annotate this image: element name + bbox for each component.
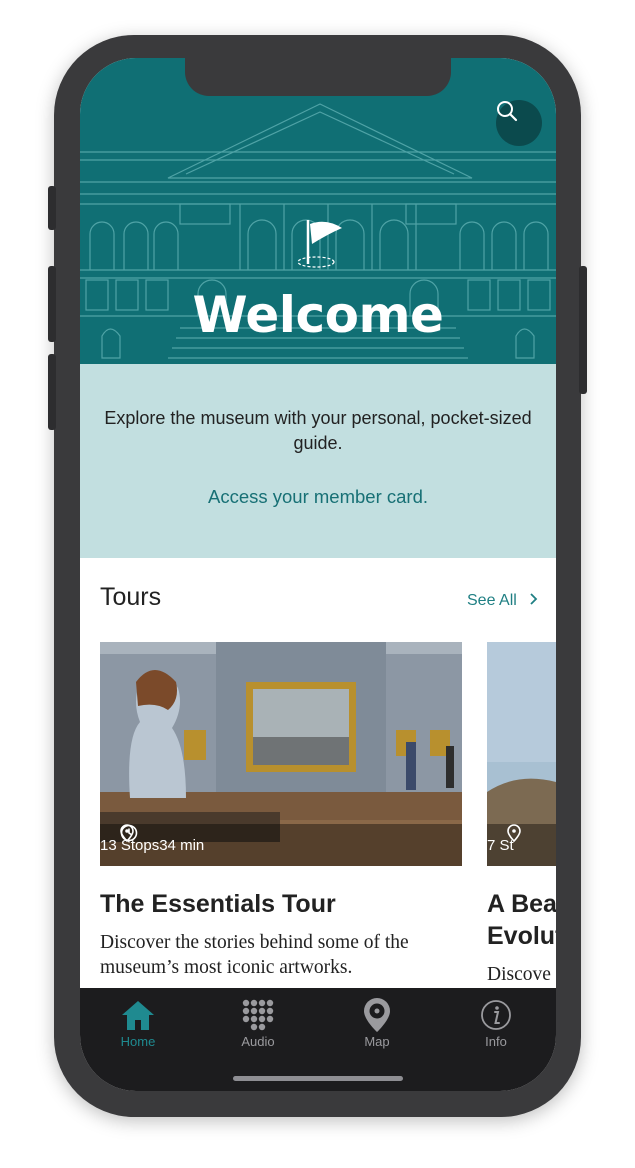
app-screen: Welcome Explore the museum with your per…	[80, 58, 556, 1091]
tab-home-label: Home	[120, 1034, 156, 1049]
hero-banner: Welcome	[80, 58, 556, 364]
intro-panel: Explore the museum with your personal, p…	[80, 364, 556, 558]
tab-audio-label: Audio	[241, 1034, 275, 1049]
tour-description: Discover the stories behind some of the …	[100, 932, 409, 978]
tour-card-image: 7 St	[487, 642, 556, 866]
mute-switch	[48, 186, 56, 230]
notch	[185, 58, 451, 96]
tab-map-label: Map	[364, 1034, 390, 1049]
see-all-label: See All	[467, 592, 517, 609]
power-button	[579, 266, 587, 394]
tours-heading: Tours	[100, 583, 162, 611]
volume-down-button	[48, 354, 56, 430]
tab-bar: Home Audio Map Info	[80, 988, 556, 1091]
tour-card-essentials[interactable]: 13 Stops 34 min The Essentials Tour Disc…	[100, 642, 462, 980]
tour-title: The Essentials Tour	[100, 890, 336, 918]
tab-map[interactable]: Map	[337, 996, 417, 1049]
tour-card-image: 13 Stops 34 min	[100, 642, 462, 866]
tab-info[interactable]: Info	[456, 996, 536, 1049]
tab-home[interactable]: Home	[98, 996, 178, 1049]
info-icon	[481, 1000, 511, 1030]
tour-title-line-2: Evolut	[487, 922, 556, 950]
tab-info-label: Info	[485, 1034, 507, 1049]
see-all-link[interactable]: See All	[467, 592, 539, 610]
tour-card-meta: 7 St	[487, 824, 556, 866]
tour-card-meta: 13 Stops 34 min	[100, 824, 462, 866]
tours-section: Tours See All 13 Stops 34 min The Essent…	[80, 558, 556, 988]
search-button[interactable]	[496, 100, 542, 146]
tour-description: Discove	[487, 964, 551, 985]
map-pin-icon	[364, 998, 390, 1032]
welcome-title: Welcome	[192, 286, 444, 344]
tab-audio[interactable]: Audio	[218, 996, 298, 1049]
home-indicator[interactable]	[233, 1076, 403, 1081]
tour-title: A Bea Evolut	[487, 888, 556, 952]
member-card-link[interactable]: Access your member card.	[80, 486, 556, 508]
location-pin-icon	[507, 824, 521, 842]
clock-icon	[120, 824, 138, 842]
tour-duration: 34 min	[159, 836, 205, 854]
volume-up-button	[48, 266, 56, 342]
tour-card-second[interactable]: 7 St A Bea Evolut Discove	[487, 642, 556, 987]
home-icon	[122, 1001, 154, 1030]
keypad-icon	[242, 999, 274, 1031]
intro-text: Explore the museum with your personal, p…	[104, 408, 532, 453]
search-icon	[497, 101, 518, 122]
tour-title-line-1: A Bea	[487, 890, 556, 918]
chevron-right-icon	[530, 593, 538, 605]
